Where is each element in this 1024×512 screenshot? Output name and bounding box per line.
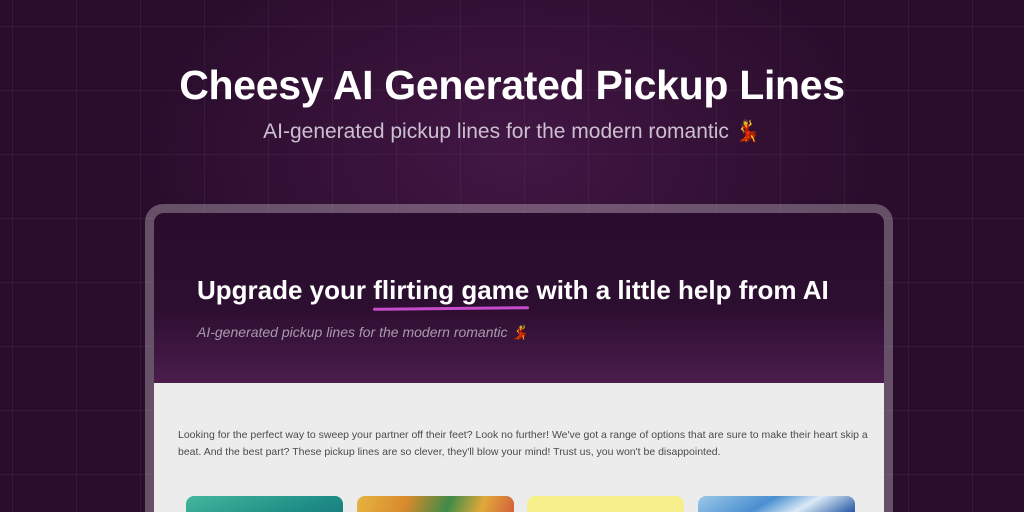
preview-header: Upgrade your flirting game with a little… [154, 213, 884, 383]
page-subtitle: AI-generated pickup lines for the modern… [263, 120, 761, 143]
page-title: Cheesy AI Generated Pickup Lines [179, 62, 845, 108]
card-food[interactable] [357, 496, 514, 512]
preview-headline: Upgrade your flirting game with a little… [197, 275, 829, 306]
preview-tagline: AI-generated pickup lines for the modern… [197, 324, 529, 340]
headline-before: Upgrade your [197, 275, 374, 305]
headline-highlight: flirting game [373, 275, 530, 305]
card-yellow[interactable] [527, 496, 684, 512]
card-teal[interactable] [186, 496, 343, 512]
preview-frame: Upgrade your flirting game with a little… [145, 204, 893, 512]
headline-after: with a little help from AI [529, 275, 829, 305]
intro-paragraph: Looking for the perfect way to sweep you… [178, 429, 868, 458]
preview-content: Looking for the perfect way to sweep you… [154, 383, 884, 512]
card-blue[interactable] [698, 496, 855, 512]
preview-window: Upgrade your flirting game with a little… [154, 213, 884, 512]
